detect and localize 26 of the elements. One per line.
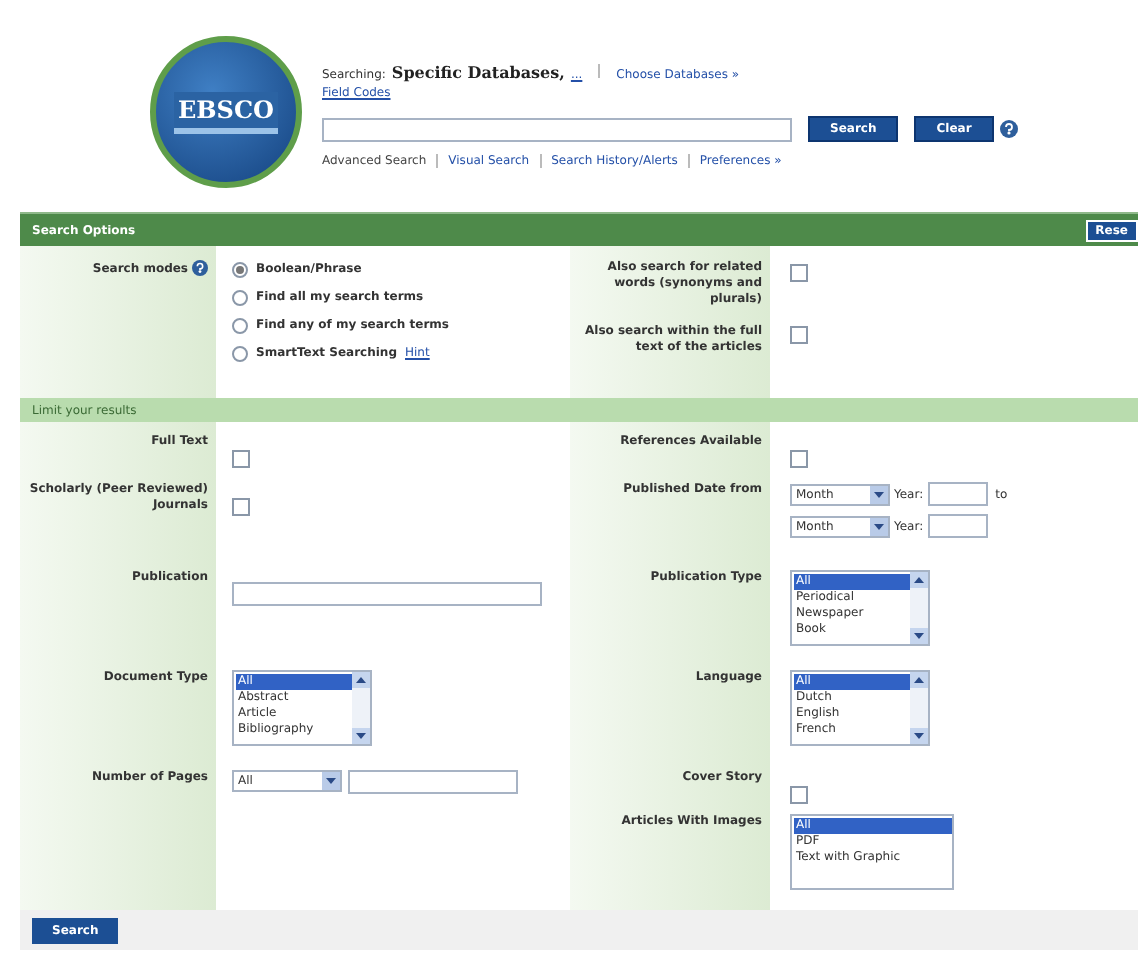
scrollbar-icon[interactable] <box>910 672 928 744</box>
year-field[interactable] <box>927 482 988 506</box>
scrollbar-icon[interactable] <box>910 572 928 644</box>
radio-button[interactable] <box>232 289 248 305</box>
radio-button[interactable] <box>232 317 248 333</box>
dropdown-arrow-icon <box>870 517 888 535</box>
radio-button[interactable] <box>232 261 248 277</box>
checkbox[interactable] <box>232 498 250 516</box>
logo[interactable]: EBSCO <box>150 36 302 188</box>
help-icon[interactable] <box>192 260 208 276</box>
search-field[interactable] <box>322 117 792 141</box>
checkbox[interactable] <box>790 326 808 344</box>
checkbox[interactable] <box>790 264 808 282</box>
dropdown-arrow-icon <box>322 772 340 790</box>
scrollbar-icon[interactable] <box>352 672 370 744</box>
year-field[interactable] <box>927 514 988 538</box>
checkbox[interactable] <box>232 450 250 468</box>
checkbox[interactable] <box>790 786 808 804</box>
help-icon[interactable] <box>999 120 1018 138</box>
dropdown-arrow-icon <box>870 485 888 503</box>
checkbox[interactable] <box>790 450 808 468</box>
database-name: Specific Databases, <box>391 60 565 84</box>
publication-field[interactable] <box>232 582 542 606</box>
logo-text: EBSCO <box>174 91 278 133</box>
radio-button[interactable] <box>232 345 248 361</box>
pages-field[interactable] <box>348 770 518 794</box>
